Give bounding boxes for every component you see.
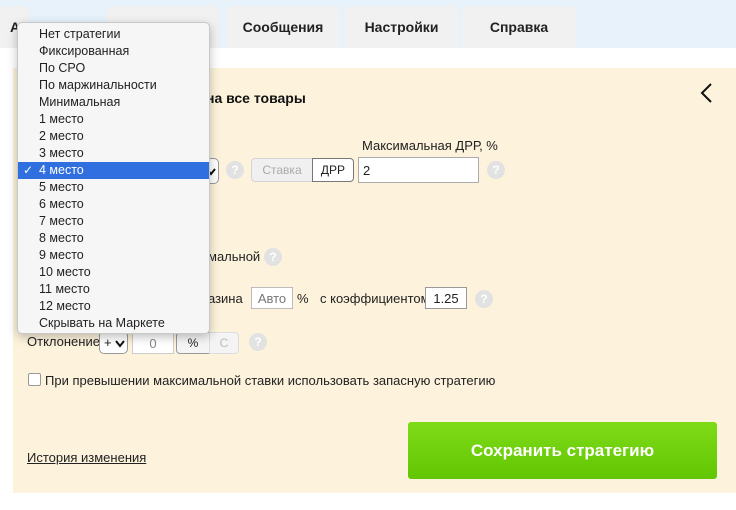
dropdown-option-label: 6 место bbox=[39, 197, 84, 211]
dropdown-option[interactable]: По СРО bbox=[18, 60, 209, 77]
drr-button-label: ДРР bbox=[320, 163, 346, 177]
unit-percent-button[interactable]: % bbox=[176, 332, 210, 354]
help-glyph: ? bbox=[492, 163, 500, 177]
dropdown-option-label: По маржинальности bbox=[39, 78, 157, 92]
dropdown-option[interactable]: 3 место bbox=[18, 145, 209, 162]
dropdown-option-label: 5 место bbox=[39, 180, 84, 194]
max-drr-label: Максимальная ДРР, % bbox=[362, 138, 498, 153]
bid-button[interactable]: Ставка bbox=[251, 158, 313, 182]
dropdown-option[interactable]: 10 место bbox=[18, 264, 209, 281]
deviation-label: Отклонение bbox=[27, 334, 100, 349]
max-drr-value: 2 bbox=[363, 162, 371, 178]
deviation-input[interactable]: 0 bbox=[132, 332, 174, 354]
dropdown-option-label: Фиксированная bbox=[39, 44, 130, 58]
chevron-down-icon bbox=[115, 340, 125, 348]
unit-c-button[interactable]: С bbox=[209, 332, 239, 354]
tab-help-label: Справка bbox=[489, 19, 549, 35]
strategy-dropdown-list: Нет стратегии Фиксированная По СРО По маржи… bbox=[17, 22, 210, 334]
deviation-sign-value: + bbox=[104, 335, 112, 350]
history-link[interactable]: История изменения bbox=[27, 450, 146, 465]
dropdown-option[interactable]: 1 место bbox=[18, 111, 209, 128]
deviation-sign-select[interactable]: + bbox=[99, 331, 128, 354]
bid-button-label: Ставка bbox=[262, 163, 302, 177]
help-glyph: ? bbox=[231, 163, 239, 177]
tab-help[interactable]: Справка bbox=[462, 6, 576, 48]
help-icon[interactable]: ? bbox=[475, 290, 493, 308]
dropdown-option-label: 4 место bbox=[39, 163, 84, 177]
dropdown-option-label: Нет стратегии bbox=[39, 27, 121, 41]
dropdown-option[interactable]: Минимальная bbox=[18, 94, 209, 111]
dropdown-option-label: 2 место bbox=[39, 129, 84, 143]
minimal-label-fragment: мальной bbox=[208, 249, 261, 264]
save-strategy-label: Сохранить стратегию bbox=[470, 440, 655, 460]
coefficient-label: с коэффициентом bbox=[320, 291, 430, 306]
dropdown-option[interactable]: Фиксированная bbox=[18, 43, 209, 60]
dropdown-option-label: 11 место bbox=[39, 282, 90, 296]
coefficient-input[interactable]: 1.25 bbox=[425, 287, 467, 309]
dropdown-option[interactable]: 6 место bbox=[18, 196, 209, 213]
dropdown-option-label: 7 место bbox=[39, 214, 84, 228]
help-glyph: ? bbox=[480, 292, 488, 306]
drr-button[interactable]: ДРР bbox=[312, 158, 354, 182]
auto-input[interactable]: Авто bbox=[251, 287, 293, 309]
auto-placeholder: Авто bbox=[257, 290, 287, 306]
back-chevron-icon[interactable] bbox=[698, 82, 716, 104]
tab-messages[interactable]: Сообщения bbox=[226, 6, 340, 48]
dropdown-option-label: 9 место bbox=[39, 248, 84, 262]
help-icon[interactable]: ? bbox=[487, 161, 505, 179]
dropdown-option[interactable]: 8 место bbox=[18, 230, 209, 247]
checkmark-icon: ✓ bbox=[23, 163, 34, 177]
tab-settings[interactable]: Настройки bbox=[345, 6, 458, 48]
help-icon[interactable]: ? bbox=[249, 333, 267, 351]
dropdown-option-label: 8 место bbox=[39, 231, 84, 245]
unit-c-label: С bbox=[219, 336, 229, 350]
dropdown-option-label: Минимальная bbox=[39, 95, 121, 109]
dropdown-option[interactable]: 7 место bbox=[18, 213, 209, 230]
tab-messages-label: Сообщения bbox=[242, 19, 324, 35]
save-strategy-button[interactable]: Сохранить стратегию bbox=[408, 422, 717, 479]
unit-percent-label: % bbox=[187, 336, 199, 350]
dropdown-option[interactable]: 5 место bbox=[18, 179, 209, 196]
dropdown-option[interactable]: 9 место bbox=[18, 247, 209, 264]
dropdown-option-label: 10 место bbox=[39, 265, 91, 279]
fallback-label: При превышении максимальной ставки испол… bbox=[45, 373, 496, 388]
dropdown-option[interactable]: Скрывать на Маркете bbox=[18, 315, 209, 332]
max-drr-input[interactable]: 2 bbox=[358, 157, 479, 183]
dropdown-option[interactable]: 11 место bbox=[18, 281, 209, 298]
deviation-value: 0 bbox=[149, 335, 157, 351]
dropdown-option-label: 12 место bbox=[39, 299, 91, 313]
store-label-fragment: азина bbox=[208, 291, 243, 306]
help-glyph: ? bbox=[254, 335, 262, 349]
dropdown-option[interactable]: ✓ 4 место bbox=[18, 162, 209, 179]
tab-settings-label: Настройки bbox=[364, 19, 439, 35]
dropdown-option[interactable]: 12 место bbox=[18, 298, 209, 315]
dropdown-option-label: По СРО bbox=[39, 61, 86, 75]
percent-label: % bbox=[297, 291, 309, 306]
dropdown-option-label: Скрывать на Маркете bbox=[39, 316, 165, 330]
dropdown-option-label: 1 место bbox=[39, 112, 84, 126]
coefficient-value: 1.25 bbox=[433, 290, 459, 306]
panel-title: на все товары bbox=[206, 90, 306, 106]
help-icon[interactable]: ? bbox=[226, 161, 244, 179]
dropdown-option[interactable]: Нет стратегии bbox=[18, 26, 209, 43]
dropdown-option[interactable]: 2 место bbox=[18, 128, 209, 145]
dropdown-option-label: 3 место bbox=[39, 146, 84, 160]
help-glyph: ? bbox=[269, 250, 277, 264]
dropdown-option[interactable]: По маржинальности bbox=[18, 77, 209, 94]
help-icon[interactable]: ? bbox=[264, 248, 282, 266]
fallback-checkbox[interactable] bbox=[28, 373, 41, 386]
